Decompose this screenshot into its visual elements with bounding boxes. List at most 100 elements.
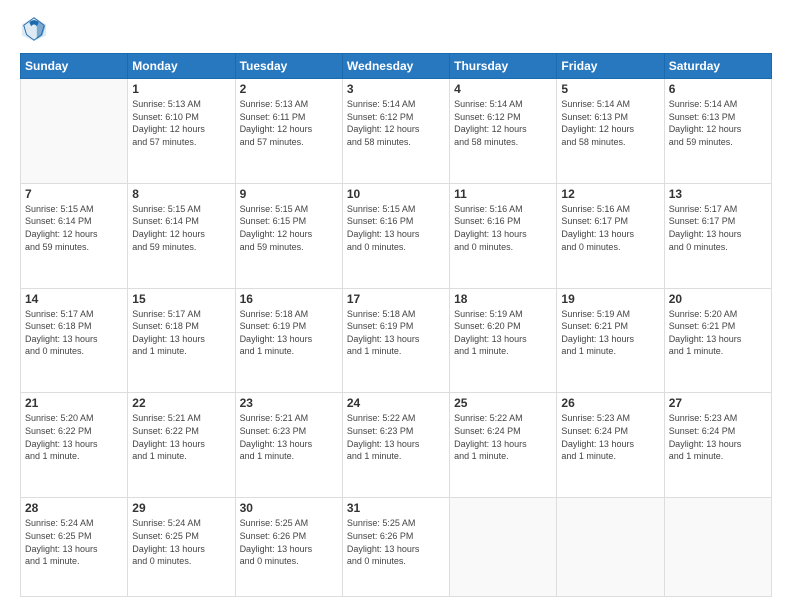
calendar-cell bbox=[21, 79, 128, 184]
header bbox=[20, 15, 772, 43]
day-info: Sunrise: 5:14 AM Sunset: 6:13 PM Dayligh… bbox=[669, 98, 767, 148]
calendar-cell: 29Sunrise: 5:24 AM Sunset: 6:25 PM Dayli… bbox=[128, 498, 235, 597]
day-number: 24 bbox=[347, 396, 445, 410]
day-number: 3 bbox=[347, 82, 445, 96]
day-info: Sunrise: 5:13 AM Sunset: 6:10 PM Dayligh… bbox=[132, 98, 230, 148]
calendar-cell bbox=[557, 498, 664, 597]
calendar-cell: 1 Sunrise: 5:13 AM Sunset: 6:10 PM Daylig… bbox=[128, 79, 235, 184]
day-number: 22 bbox=[132, 396, 230, 410]
day-number: 15 bbox=[132, 292, 230, 306]
day-number: 14 bbox=[25, 292, 123, 306]
day-info: Sunrise: 5:14 AM Sunset: 6:12 PM Dayligh… bbox=[347, 98, 445, 148]
day-number: 21 bbox=[25, 396, 123, 410]
page: SundayMondayTuesdayWednesdayThursdayFrid… bbox=[0, 0, 792, 612]
day-number: 4 bbox=[454, 82, 552, 96]
calendar-cell: 5 Sunrise: 5:14 AM Sunset: 6:13 PM Daylig… bbox=[557, 79, 664, 184]
day-number: 31 bbox=[347, 501, 445, 515]
day-number: 17 bbox=[347, 292, 445, 306]
day-number: 2 bbox=[240, 82, 338, 96]
calendar-cell: 14 Sunrise: 5:17 AM Sunset: 6:18 PM Dayli… bbox=[21, 288, 128, 393]
weekday-header: Tuesday bbox=[235, 54, 342, 79]
day-info: Sunrise: 5:22 AM Sunset: 6:23 PM Dayligh… bbox=[347, 412, 445, 462]
day-info: Sunrise: 5:24 AM Sunset: 6:25 PM Dayligh… bbox=[25, 517, 123, 567]
calendar-cell: 21 Sunrise: 5:20 AM Sunset: 6:22 PM Dayli… bbox=[21, 393, 128, 498]
calendar-week-row: 21 Sunrise: 5:20 AM Sunset: 6:22 PM Dayli… bbox=[21, 393, 772, 498]
day-number: 28 bbox=[25, 501, 123, 515]
calendar-week-row: 1 Sunrise: 5:13 AM Sunset: 6:10 PM Daylig… bbox=[21, 79, 772, 184]
calendar-cell: 24 Sunrise: 5:22 AM Sunset: 6:23 PM Dayli… bbox=[342, 393, 449, 498]
day-number: 8 bbox=[132, 187, 230, 201]
calendar-cell: 15Sunrise: 5:17 AM Sunset: 6:18 PM Dayli… bbox=[128, 288, 235, 393]
calendar-cell: 22 Sunrise: 5:21 AM Sunset: 6:22 PM Dayli… bbox=[128, 393, 235, 498]
weekday-header: Sunday bbox=[21, 54, 128, 79]
calendar-cell: 16 Sunrise: 5:18 AM Sunset: 6:19 PM Dayli… bbox=[235, 288, 342, 393]
day-number: 30 bbox=[240, 501, 338, 515]
day-info: Sunrise: 5:25 AM Sunset: 6:26 PM Dayligh… bbox=[347, 517, 445, 567]
day-number: 25 bbox=[454, 396, 552, 410]
calendar-cell: 4 Sunrise: 5:14 AM Sunset: 6:12 PM Daylig… bbox=[450, 79, 557, 184]
calendar-cell: 31 Sunrise: 5:25 AM Sunset: 6:26 PM Dayli… bbox=[342, 498, 449, 597]
weekday-header: Saturday bbox=[664, 54, 771, 79]
day-info: Sunrise: 5:18 AM Sunset: 6:19 PM Dayligh… bbox=[347, 308, 445, 358]
calendar-header-row: SundayMondayTuesdayWednesdayThursdayFrid… bbox=[21, 54, 772, 79]
weekday-header: Monday bbox=[128, 54, 235, 79]
calendar-cell: 26Sunrise: 5:23 AM Sunset: 6:24 PM Dayli… bbox=[557, 393, 664, 498]
calendar-cell: 2 Sunrise: 5:13 AM Sunset: 6:11 PM Daylig… bbox=[235, 79, 342, 184]
calendar-week-row: 14 Sunrise: 5:17 AM Sunset: 6:18 PM Dayli… bbox=[21, 288, 772, 393]
day-info: Sunrise: 5:13 AM Sunset: 6:11 PM Dayligh… bbox=[240, 98, 338, 148]
calendar-cell: 12 Sunrise: 5:16 AM Sunset: 6:17 PM Dayli… bbox=[557, 183, 664, 288]
day-number: 9 bbox=[240, 187, 338, 201]
day-info: Sunrise: 5:21 AM Sunset: 6:22 PM Dayligh… bbox=[132, 412, 230, 462]
calendar-cell bbox=[450, 498, 557, 597]
day-info: Sunrise: 5:14 AM Sunset: 6:12 PM Dayligh… bbox=[454, 98, 552, 148]
day-info: Sunrise: 5:19 AM Sunset: 6:20 PM Dayligh… bbox=[454, 308, 552, 358]
day-info: Sunrise: 5:15 AM Sunset: 6:14 PM Dayligh… bbox=[132, 203, 230, 253]
day-info: Sunrise: 5:15 AM Sunset: 6:16 PM Dayligh… bbox=[347, 203, 445, 253]
day-number: 1 bbox=[132, 82, 230, 96]
day-number: 11 bbox=[454, 187, 552, 201]
calendar-cell: 28 Sunrise: 5:24 AM Sunset: 6:25 PM Dayli… bbox=[21, 498, 128, 597]
day-info: Sunrise: 5:21 AM Sunset: 6:23 PM Dayligh… bbox=[240, 412, 338, 462]
calendar-cell: 10 Sunrise: 5:15 AM Sunset: 6:16 PM Dayli… bbox=[342, 183, 449, 288]
day-info: Sunrise: 5:16 AM Sunset: 6:16 PM Dayligh… bbox=[454, 203, 552, 253]
calendar-cell: 11 Sunrise: 5:16 AM Sunset: 6:16 PM Dayli… bbox=[450, 183, 557, 288]
calendar-cell: 27Sunrise: 5:23 AM Sunset: 6:24 PM Dayli… bbox=[664, 393, 771, 498]
calendar-cell: 6 Sunrise: 5:14 AM Sunset: 6:13 PM Daylig… bbox=[664, 79, 771, 184]
calendar-cell: 3 Sunrise: 5:14 AM Sunset: 6:12 PM Daylig… bbox=[342, 79, 449, 184]
calendar-week-row: 7Sunrise: 5:15 AM Sunset: 6:14 PM Daylig… bbox=[21, 183, 772, 288]
logo bbox=[20, 15, 52, 43]
calendar-cell: 25 Sunrise: 5:22 AM Sunset: 6:24 PM Dayli… bbox=[450, 393, 557, 498]
day-info: Sunrise: 5:15 AM Sunset: 6:14 PM Dayligh… bbox=[25, 203, 123, 253]
day-number: 20 bbox=[669, 292, 767, 306]
day-number: 6 bbox=[669, 82, 767, 96]
calendar-cell: 17 Sunrise: 5:18 AM Sunset: 6:19 PM Dayli… bbox=[342, 288, 449, 393]
day-info: Sunrise: 5:20 AM Sunset: 6:22 PM Dayligh… bbox=[25, 412, 123, 462]
weekday-header: Wednesday bbox=[342, 54, 449, 79]
day-info: Sunrise: 5:18 AM Sunset: 6:19 PM Dayligh… bbox=[240, 308, 338, 358]
calendar-cell: 9 Sunrise: 5:15 AM Sunset: 6:15 PM Daylig… bbox=[235, 183, 342, 288]
day-number: 5 bbox=[561, 82, 659, 96]
day-info: Sunrise: 5:25 AM Sunset: 6:26 PM Dayligh… bbox=[240, 517, 338, 567]
day-info: Sunrise: 5:17 AM Sunset: 6:18 PM Dayligh… bbox=[25, 308, 123, 358]
day-number: 13 bbox=[669, 187, 767, 201]
calendar-cell: 8 Sunrise: 5:15 AM Sunset: 6:14 PM Daylig… bbox=[128, 183, 235, 288]
day-info: Sunrise: 5:19 AM Sunset: 6:21 PM Dayligh… bbox=[561, 308, 659, 358]
day-info: Sunrise: 5:23 AM Sunset: 6:24 PM Dayligh… bbox=[561, 412, 659, 462]
day-info: Sunrise: 5:16 AM Sunset: 6:17 PM Dayligh… bbox=[561, 203, 659, 253]
day-number: 16 bbox=[240, 292, 338, 306]
calendar-cell: 18 Sunrise: 5:19 AM Sunset: 6:20 PM Dayli… bbox=[450, 288, 557, 393]
weekday-header: Thursday bbox=[450, 54, 557, 79]
day-info: Sunrise: 5:15 AM Sunset: 6:15 PM Dayligh… bbox=[240, 203, 338, 253]
weekday-header: Friday bbox=[557, 54, 664, 79]
day-number: 12 bbox=[561, 187, 659, 201]
calendar-cell: 7Sunrise: 5:15 AM Sunset: 6:14 PM Daylig… bbox=[21, 183, 128, 288]
day-number: 18 bbox=[454, 292, 552, 306]
day-info: Sunrise: 5:17 AM Sunset: 6:17 PM Dayligh… bbox=[669, 203, 767, 253]
day-info: Sunrise: 5:14 AM Sunset: 6:13 PM Dayligh… bbox=[561, 98, 659, 148]
day-number: 19 bbox=[561, 292, 659, 306]
day-number: 29 bbox=[132, 501, 230, 515]
calendar-cell: 19 Sunrise: 5:19 AM Sunset: 6:21 PM Dayli… bbox=[557, 288, 664, 393]
day-info: Sunrise: 5:20 AM Sunset: 6:21 PM Dayligh… bbox=[669, 308, 767, 358]
day-number: 10 bbox=[347, 187, 445, 201]
day-info: Sunrise: 5:22 AM Sunset: 6:24 PM Dayligh… bbox=[454, 412, 552, 462]
